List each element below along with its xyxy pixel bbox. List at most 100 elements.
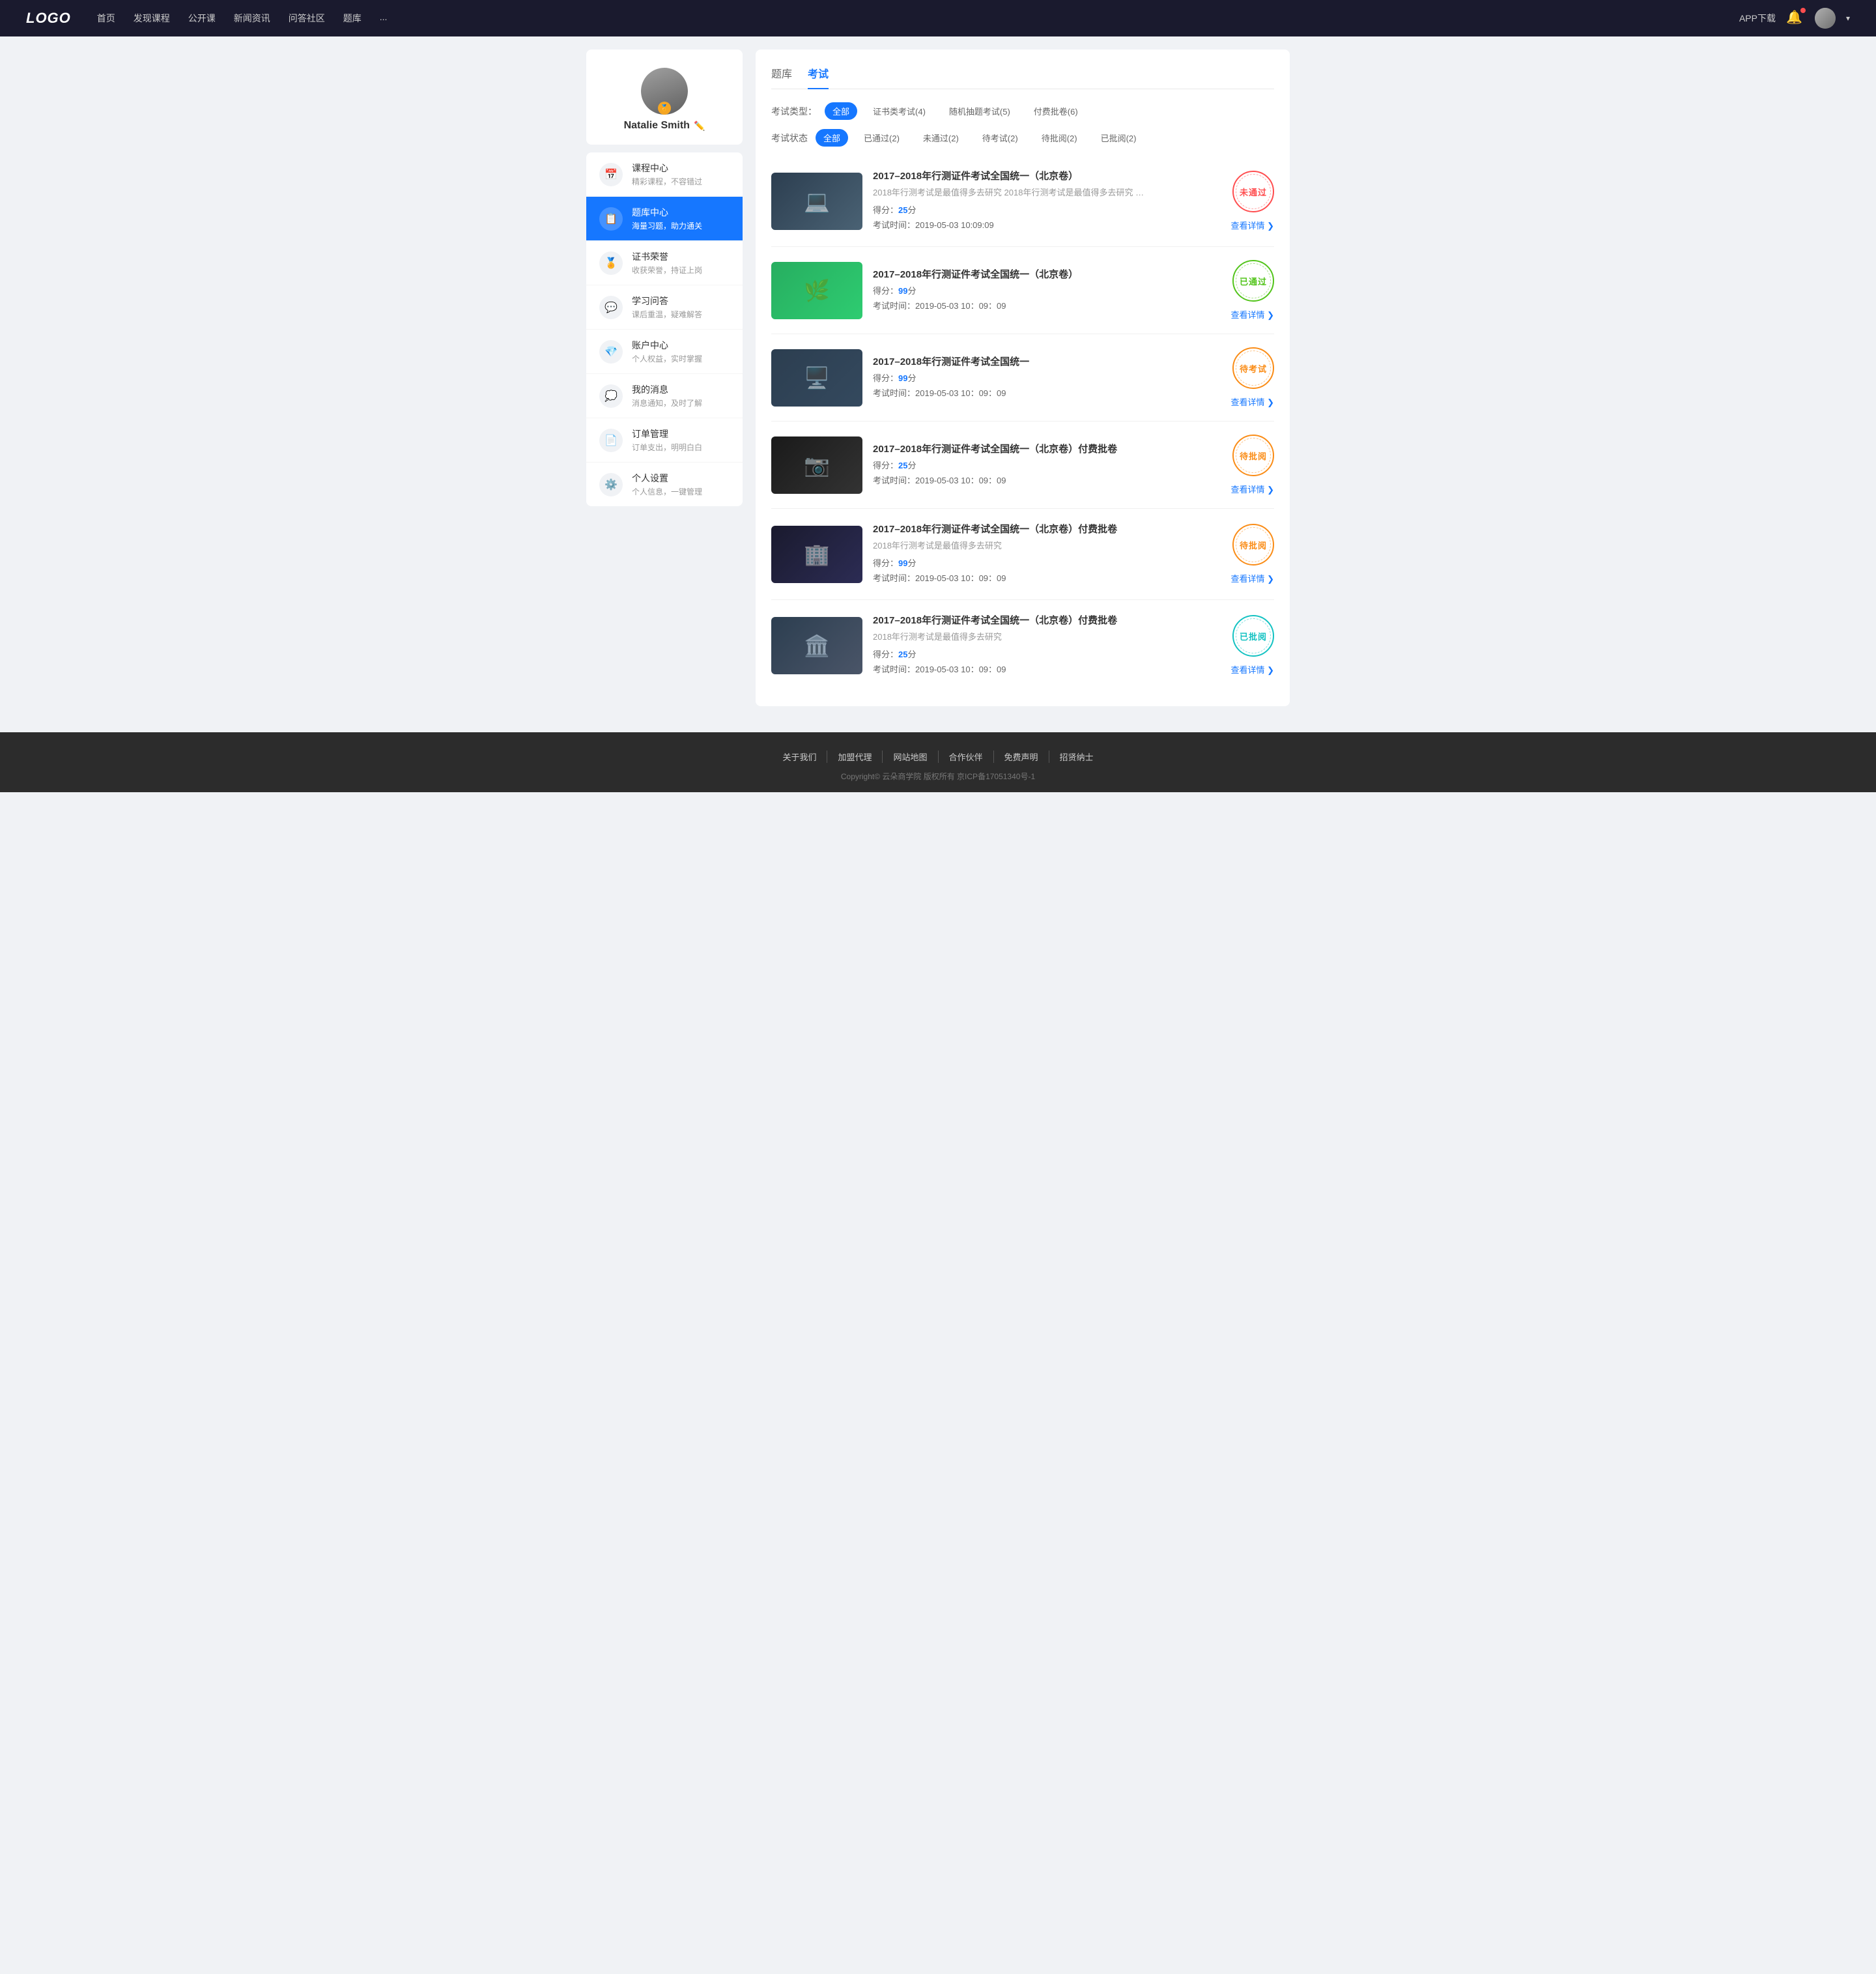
footer-copyright: Copyright© 云朵商学院 版权所有 京ICP备17051340号-1 [13,771,1863,782]
footer-link[interactable]: 关于我们 [772,751,827,763]
exam-status-stamp: 待批阅 [1232,435,1274,476]
exam-score: 得分：99分 [873,284,1186,296]
exam-title: 2017–2018年行测证件考试全国统一（北京卷） [873,267,1186,281]
footer-link[interactable]: 合作伙伴 [939,751,994,763]
user-display-name: Natalie Smith [624,120,690,132]
exam-action: 待批阅 查看详情 ❯ [1196,524,1274,584]
tab-考试[interactable]: 考试 [808,65,829,89]
exam-title: 2017–2018年行测证件考试全国统一（北京卷）付费批卷 [873,442,1186,455]
nav-link[interactable]: 新闻资讯 [234,12,270,25]
avatar: 🏅 [641,68,688,115]
sidebar-item-course[interactable]: 📅 课程中心 精彩课程，不容错过 [586,152,743,197]
exam-thumbnail [771,436,862,494]
exam-status-filter[interactable]: 已批阅(2) [1093,129,1144,147]
nav-link[interactable]: 公开课 [188,12,216,25]
exam-status-filter[interactable]: 待考试(2) [974,129,1026,147]
notification-dot [1800,8,1806,13]
exam-detail-link[interactable]: 查看详情 ❯ [1230,572,1274,584]
exam-thumbnail [771,262,862,319]
user-menu-chevron-icon[interactable]: ▾ [1846,14,1850,23]
exam-list-item: 2017–2018年行测证件考试全国统一（北京卷）付费批卷 得分：25分 考试时… [771,422,1274,509]
exam-action: 已批阅 查看详情 ❯ [1196,615,1274,676]
exam-type-label: 考试类型： [771,105,817,118]
footer-link[interactable]: 网站地图 [883,751,938,763]
sidebar-item-question[interactable]: 📋 题库中心 海量习题，助力通关 [586,197,743,241]
exam-time: 考试时间：2019-05-03 10：09：09 [873,386,1186,399]
nav-link[interactable]: 问答社区 [289,12,325,25]
exam-type-filter[interactable]: 随机抽题考试(5) [941,102,1018,120]
footer-link[interactable]: 招贤纳士 [1049,751,1104,763]
exam-time: 考试时间：2019-05-03 10：09：09 [873,299,1186,311]
profile-name: Natalie Smith ✏️ [624,120,705,132]
sidebar-item-certificate[interactable]: 🏅 证书荣誉 收获荣誉，持证上岗 [586,241,743,285]
nav-link[interactable]: 首页 [97,12,115,25]
exam-status-stamp: 待考试 [1232,347,1274,389]
exam-action: 已通过 查看详情 ❯ [1196,260,1274,321]
exam-score-value: 99 [898,286,907,296]
exam-status-stamp: 未通过 [1232,171,1274,212]
main-tabs: 题库考试 [771,65,1274,89]
exam-status-filter[interactable]: 未通过(2) [915,129,967,147]
exam-thumbnail [771,349,862,407]
tab-题库[interactable]: 题库 [771,65,792,89]
exam-score: 得分：25分 [873,203,1186,216]
exam-status-filter[interactable]: 待批阅(2) [1034,129,1085,147]
exam-score: 得分：25分 [873,648,1186,660]
settings-icon: ⚙️ [599,473,623,496]
nav-right: APP下载 🔔 ▾ [1739,8,1850,29]
exam-title: 2017–2018年行测证件考试全国统一（北京卷）付费批卷 [873,522,1186,536]
sidebar-item-order[interactable]: 📄 订单管理 订单支出，明明白白 [586,418,743,463]
nav-link[interactable]: ... [380,12,388,25]
notification-bell[interactable]: 🔔 [1786,9,1804,27]
exam-detail-link[interactable]: 查看详情 ❯ [1230,663,1274,676]
sidebar-item-qa[interactable]: 💬 学习问答 课后重温，疑难解答 [586,285,743,330]
exam-score-value: 99 [898,373,907,383]
user-avatar[interactable] [1815,8,1836,29]
exam-thumbnail [771,526,862,583]
sidebar: 🏅 Natalie Smith ✏️ 📅 课程中心 精彩课程，不容错过 📋 题库… [586,50,743,706]
exam-status-stamp: 已批阅 [1232,615,1274,657]
app-download-link[interactable]: APP下载 [1739,12,1776,25]
sidebar-item-account[interactable]: 💎 账户中心 个人权益，实时掌握 [586,330,743,374]
exam-list-item: 2017–2018年行测证件考试全国统一（北京卷） 得分：99分 考试时间：20… [771,247,1274,334]
question-icon: 📋 [599,207,623,231]
menu-title-course: 课程中心 [632,162,702,175]
exam-time: 考试时间：2019-05-03 10：09：09 [873,571,1186,584]
account-icon: 💎 [599,340,623,364]
profile-card: 🏅 Natalie Smith ✏️ [586,50,743,145]
exam-list-item: 2017–2018年行测证件考试全国统一 得分：99分 考试时间：2019-05… [771,334,1274,422]
exam-list: 2017–2018年行测证件考试全国统一（北京卷） 2018年行测考试是最值得多… [771,156,1274,691]
exam-time: 考试时间：2019-05-03 10:09:09 [873,218,1186,231]
menu-title-certificate: 证书荣誉 [632,250,702,263]
sidebar-item-settings[interactable]: ⚙️ 个人设置 个人信息，一键管理 [586,463,743,506]
edit-profile-icon[interactable]: ✏️ [694,121,705,132]
exam-score-value: 25 [898,205,907,215]
menu-title-message: 我的消息 [632,383,702,396]
exam-detail-link[interactable]: 查看详情 ❯ [1230,395,1274,408]
exam-status-filter[interactable]: 全部 [816,129,848,147]
exam-type-filter[interactable]: 证书类考试(4) [865,102,933,120]
menu-title-question: 题库中心 [632,206,702,219]
exam-type-filter-row: 考试类型： 全部证书类考试(4) 随机抽题考试(5) 付费批卷(6) [771,102,1274,120]
exam-status-filter[interactable]: 已通过(2) [856,129,907,147]
nav-link[interactable]: 题库 [343,12,362,25]
exam-type-filter[interactable]: 全部 [825,102,857,120]
exam-info: 2017–2018年行测证件考试全国统一（北京卷）付费批卷 得分：25分 考试时… [873,442,1186,489]
exam-status-stamp: 已通过 [1232,260,1274,302]
menu-sub-qa: 课后重温，疑难解答 [632,309,702,320]
order-icon: 📄 [599,429,623,452]
menu-title-settings: 个人设置 [632,472,702,485]
avatar-badge-icon: 🏅 [658,102,671,115]
exam-detail-link[interactable]: 查看详情 ❯ [1230,219,1274,231]
menu-sub-course: 精彩课程，不容错过 [632,176,702,187]
footer-link[interactable]: 免费声明 [994,751,1049,763]
exam-status-label: 考试状态 [771,132,808,145]
nav-links: 首页 发现课程 公开课 新闻资讯 问答社区 题库... [97,12,1739,25]
sidebar-item-message[interactable]: 💭 我的消息 消息通知，及时了解 [586,374,743,418]
footer-link[interactable]: 加盟代理 [827,751,883,763]
exam-detail-link[interactable]: 查看详情 ❯ [1230,483,1274,495]
exam-score: 得分：25分 [873,459,1186,471]
exam-detail-link[interactable]: 查看详情 ❯ [1230,308,1274,321]
nav-link[interactable]: 发现课程 [134,12,170,25]
exam-type-filter[interactable]: 付费批卷(6) [1026,102,1086,120]
